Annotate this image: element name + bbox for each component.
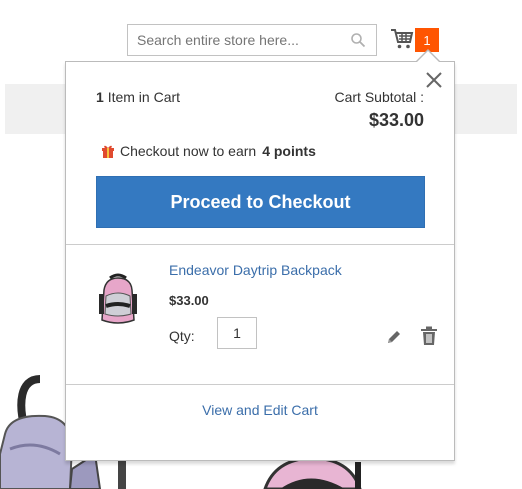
- minicart-dropdown: 1 Item in Cart Cart Subtotal : $33.00 Ch…: [65, 49, 455, 461]
- cart-icon[interactable]: [390, 27, 414, 51]
- points-text: Checkout now to earn: [120, 143, 257, 159]
- product-thumbnail[interactable]: [88, 270, 148, 330]
- search-bar: [127, 24, 377, 56]
- divider: [66, 244, 454, 245]
- trash-icon[interactable]: [420, 326, 438, 346]
- product-price: $33.00: [169, 293, 209, 308]
- subtotal-amount: $33.00: [368, 110, 424, 130]
- items-in-cart: 1 Item in Cart: [96, 89, 180, 105]
- search-input[interactable]: [128, 26, 338, 54]
- product-name-link[interactable]: Endeavor Daytrip Backpack: [169, 262, 342, 278]
- items-count: 1: [96, 89, 104, 105]
- edit-icon[interactable]: [385, 328, 403, 346]
- items-label: Item in Cart: [107, 89, 181, 105]
- qty-label: Qty:: [169, 328, 195, 344]
- qty-input[interactable]: [217, 317, 257, 349]
- points-value: 4 points: [262, 143, 316, 159]
- reward-points-message: Checkout now to earn 4 points: [101, 143, 316, 159]
- gift-icon: [102, 145, 114, 158]
- dropdown-caret-fill: [417, 51, 439, 62]
- subtotal-label: Cart Subtotal :: [334, 89, 425, 105]
- close-icon[interactable]: [424, 70, 444, 90]
- view-and-edit-cart-link[interactable]: View and Edit Cart: [66, 402, 454, 418]
- proceed-to-checkout-button[interactable]: Proceed to Checkout: [96, 176, 425, 228]
- search-icon[interactable]: [350, 32, 366, 48]
- divider: [66, 384, 454, 385]
